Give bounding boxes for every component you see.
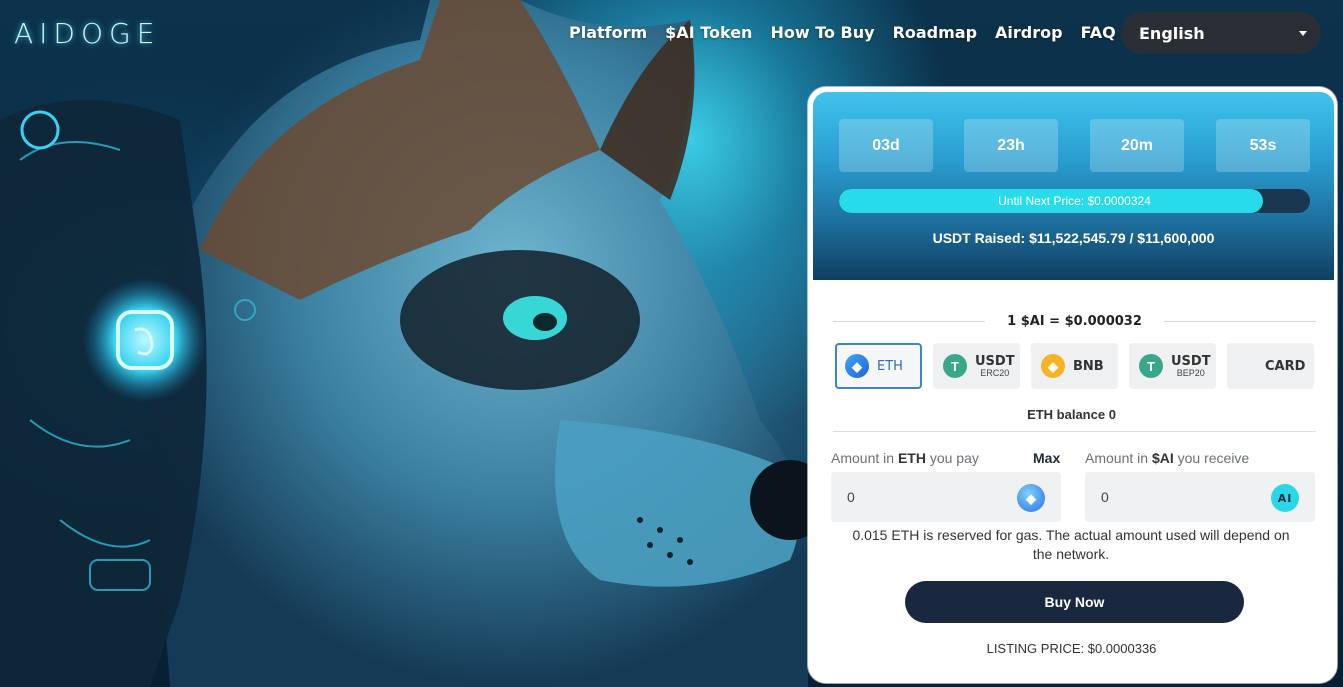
pay-tab-usdt-bep20-label: USDT (1171, 353, 1211, 369)
timer-days: 03d (839, 119, 933, 172)
language-select[interactable]: English (1121, 12, 1321, 54)
pay-amount-label: Amount in ETH you pay (831, 450, 979, 466)
nav-link-how-to-buy[interactable]: How To Buy (761, 22, 883, 44)
aidoge-logo[interactable]: AIDOGE (14, 16, 161, 50)
usdt-icon: T (943, 354, 967, 378)
eth-icon: ◆ (845, 354, 869, 378)
nav-link-ai-token[interactable]: $AI Token (656, 22, 761, 44)
gas-reserve-note: 0.015 ETH is reserved for gas. The actua… (852, 527, 1290, 562)
section-divider (833, 431, 1316, 432)
pay-tab-eth-label: ETH (877, 358, 903, 374)
timer-minutes: 20m (1090, 119, 1184, 172)
pay-tab-bnb-label: BNB (1073, 358, 1104, 374)
usdt-icon: T (1139, 354, 1163, 378)
pay-tab-eth[interactable]: ◆ ETH (835, 343, 922, 389)
max-button[interactable]: Max (1033, 450, 1060, 466)
ai-token-icon: AI (1271, 484, 1299, 512)
main-nav: Platform $AI Token How To Buy Roadmap Ai… (560, 22, 1125, 44)
nav-link-faq[interactable]: FAQ (1072, 22, 1125, 44)
listing-price: LISTING PRICE: $0.0000336 (986, 641, 1157, 656)
receive-amount-label: Amount in $AI you receive (1085, 450, 1250, 466)
progress-label: Until Next Price: $0.0000324 (998, 194, 1151, 208)
divider-right (1163, 320, 1317, 322)
price-progress-bar: Until Next Price: $0.0000324 (839, 189, 1310, 213)
buy-now-button[interactable]: Buy Now (905, 581, 1244, 623)
pay-tab-usdt-erc20-label: USDT (975, 353, 1015, 369)
pay-tab-card-label: CARD (1265, 358, 1306, 374)
timer-seconds: 53s (1216, 119, 1310, 172)
nav-link-platform[interactable]: Platform (560, 22, 656, 44)
chevron-down-icon (1299, 31, 1307, 36)
language-selected-label: English (1139, 23, 1205, 43)
presale-header: 03d 23h 20m 53s Until Next Price: $0.000… (813, 92, 1334, 280)
eth-balance: ETH balance 0 (1027, 407, 1116, 422)
presale-widget: 03d 23h 20m 53s Until Next Price: $0.000… (808, 87, 1337, 683)
husky-artwork (0, 0, 808, 687)
pay-tab-card[interactable]: CARD (1227, 343, 1314, 389)
pay-tab-usdt-erc20-network: ERC20 (980, 367, 1010, 378)
pay-tab-usdt-erc20[interactable]: T USDT ERC20 (933, 343, 1020, 389)
usdt-raised-text: USDT Raised: $11,522,545.79 / $11,600,00… (932, 230, 1215, 246)
eth-icon: ◆ (1017, 484, 1045, 512)
token-price: 1 $AI = $0.000032 (1007, 313, 1142, 329)
nav-link-airdrop[interactable]: Airdrop (986, 22, 1072, 44)
timer-hours: 23h (964, 119, 1058, 172)
pay-tab-usdt-bep20-network: BEP20 (1176, 367, 1205, 378)
logo-text: AIDOGE (14, 16, 161, 50)
pay-tab-usdt-bep20[interactable]: T USDT BEP20 (1129, 343, 1216, 389)
pay-tab-bnb[interactable]: ◈ BNB (1031, 343, 1118, 389)
divider-left (833, 320, 986, 322)
nav-link-roadmap[interactable]: Roadmap (884, 22, 986, 44)
price-row: 1 $AI = $0.000032 (833, 311, 1317, 331)
bnb-icon: ◈ (1041, 354, 1065, 378)
